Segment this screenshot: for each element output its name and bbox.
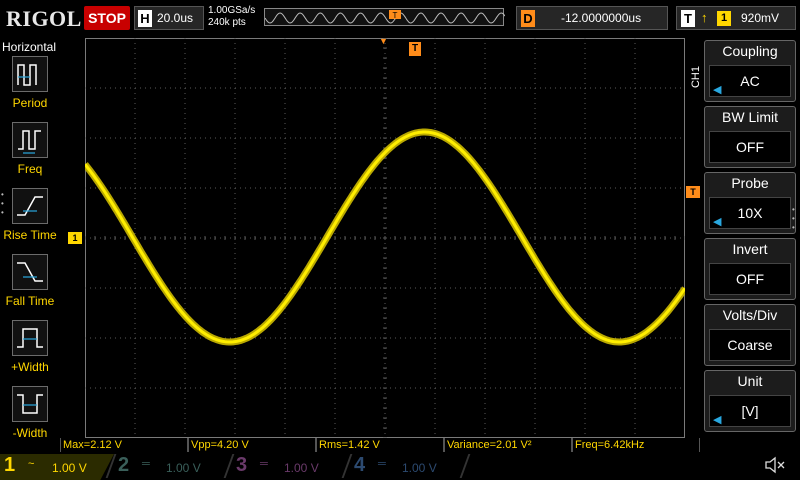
channel-bar: 1 ~ 1.00 V 2 ═ 1.00 V 3 ═ 1.00 V 4 ═ 1.0… (0, 452, 800, 480)
memory-overview-waveform: T (265, 10, 505, 24)
fall-time-icon (12, 254, 48, 290)
trigger-label: T (681, 10, 695, 27)
dc-coupling-icon: ═ (142, 458, 150, 470)
timebase-value: 20.0us (157, 11, 194, 25)
delay-value: -12.0000000us (561, 11, 642, 25)
channel-3-status[interactable]: 3 ═ 1.00 V (232, 454, 350, 480)
measurement-rms[interactable]: Rms=1.42 V (316, 438, 444, 452)
invert-button[interactable]: Invert OFF (704, 238, 796, 300)
trigger-level-marker[interactable]: T (686, 186, 700, 198)
bw-limit-title: BW Limit (722, 109, 778, 125)
unit-value: ◀ [V] (709, 395, 791, 427)
measurement-variance[interactable]: Variance=2.01 V² (444, 438, 572, 452)
measurement-vpp[interactable]: Vpp=4.20 V (188, 438, 316, 452)
channel-number: 1 (4, 454, 16, 476)
dc-coupling-icon: ═ (378, 458, 386, 470)
trigger-source: 1 (717, 11, 731, 26)
left-arrow-icon: ◀ (713, 84, 722, 96)
speaker-muted-icon[interactable] (764, 455, 786, 475)
invert-title: Invert (732, 241, 768, 257)
trigger-position-icon: ▼ (379, 36, 388, 46)
rising-edge-icon: ↑ (701, 10, 708, 25)
memory-overview[interactable]: T (264, 8, 505, 26)
period-icon (12, 56, 48, 92)
trigger-level: 920mV (741, 11, 780, 25)
coupling-value: ◀ AC (709, 65, 791, 97)
channel-scale: 1.00 V (166, 461, 201, 475)
bw-limit-value: OFF (709, 131, 791, 163)
probe-title: Probe (731, 175, 769, 191)
channel-2-status[interactable]: 2 ═ 1.00 V (114, 454, 232, 480)
sample-rate: 1.00GSa/s (208, 5, 256, 16)
measure-rise-time[interactable]: Rise Time (0, 188, 62, 250)
coupling-title: Coupling (722, 43, 778, 59)
probe-value: ◀ 10X (709, 197, 791, 229)
delay-label: D (521, 10, 535, 27)
channel-scale: 1.00 V (52, 461, 87, 475)
channel-1-status[interactable]: 1 ~ 1.00 V (0, 454, 114, 480)
ch1-offset-marker[interactable]: 1 (68, 232, 82, 244)
channel-scale: 1.00 V (402, 461, 437, 475)
acquisition-info: 1.00GSa/s 240k pts (208, 5, 255, 29)
measure-negative-width-label: -Width (12, 426, 48, 440)
graticule (85, 38, 685, 438)
volts-div-button[interactable]: Volts/Div Coarse (704, 304, 796, 366)
unit-title: Unit (737, 373, 763, 389)
menu-title: Horizontal (2, 40, 57, 54)
rise-time-icon (12, 188, 48, 224)
measure-fall-time[interactable]: Fall Time (0, 254, 62, 316)
measure-negative-width[interactable]: -Width (0, 386, 62, 448)
measure-period[interactable]: Period (0, 56, 62, 118)
measurement-max[interactable]: Max=2.12 V (60, 438, 188, 452)
left-arrow-icon: ◀ (713, 414, 722, 426)
timebase-display[interactable]: H 20.0us (134, 6, 204, 30)
channel-scale: 1.00 V (284, 461, 319, 475)
run-stop-button[interactable]: STOP (84, 6, 130, 30)
waveform-display[interactable] (85, 38, 685, 438)
volts-div-value: Coarse (709, 329, 791, 361)
measure-period-label: Period (12, 96, 48, 110)
measurement-bar: Max=2.12 V Vpp=4.20 V Rms=1.42 V Varianc… (60, 438, 765, 452)
channel-number: 3 (236, 454, 248, 476)
page-dots: • • • (792, 205, 795, 232)
frequency-icon (12, 122, 48, 158)
horizontal-label: H (138, 10, 152, 27)
channel-tag: CH1 (690, 66, 702, 89)
trigger-display[interactable]: T ↑ 1 920mV (676, 6, 796, 30)
memory-trigger-marker: T (393, 11, 398, 20)
positive-width-icon (12, 320, 48, 356)
negative-width-icon (12, 386, 48, 422)
channel-number: 2 (118, 454, 130, 476)
status-bar: RIGOL STOP H 20.0us 1.00GSa/s 240k pts T… (0, 0, 800, 38)
bw-limit-button[interactable]: BW Limit OFF (704, 106, 796, 168)
left-arrow-icon: ◀ (713, 216, 722, 228)
ac-coupling-icon: ~ (28, 458, 35, 470)
volts-div-title: Volts/Div (722, 307, 778, 323)
memory-depth: 240k pts (208, 17, 246, 28)
measure-fall-time-label: Fall Time (5, 294, 55, 308)
measure-positive-width[interactable]: +Width (0, 320, 62, 382)
measure-positive-width-label: +Width (11, 360, 49, 374)
measurement-freq[interactable]: Freq=6.42kHz (572, 438, 700, 452)
coupling-button[interactable]: Coupling ◀ AC (704, 40, 796, 102)
dc-coupling-icon: ═ (260, 458, 268, 470)
channel-4-status[interactable]: 4 ═ 1.00 V (350, 454, 468, 480)
probe-button[interactable]: Probe ◀ 10X (704, 172, 796, 234)
brand-logo: RIGOL (6, 6, 82, 31)
delay-display[interactable]: D -12.0000000us (516, 6, 668, 30)
invert-value: OFF (709, 263, 791, 295)
unit-button[interactable]: Unit ◀ [V] (704, 370, 796, 432)
measure-frequency[interactable]: Freq (0, 122, 62, 184)
measure-rise-time-label: Rise Time (3, 228, 57, 242)
channel-number: 4 (354, 454, 366, 476)
horizontal-measure-menu: Horizontal Period Freq • • • Rise Time Fal… (0, 38, 62, 440)
measure-frequency-label: Freq (17, 162, 43, 176)
trigger-time-marker[interactable]: T (409, 42, 421, 56)
